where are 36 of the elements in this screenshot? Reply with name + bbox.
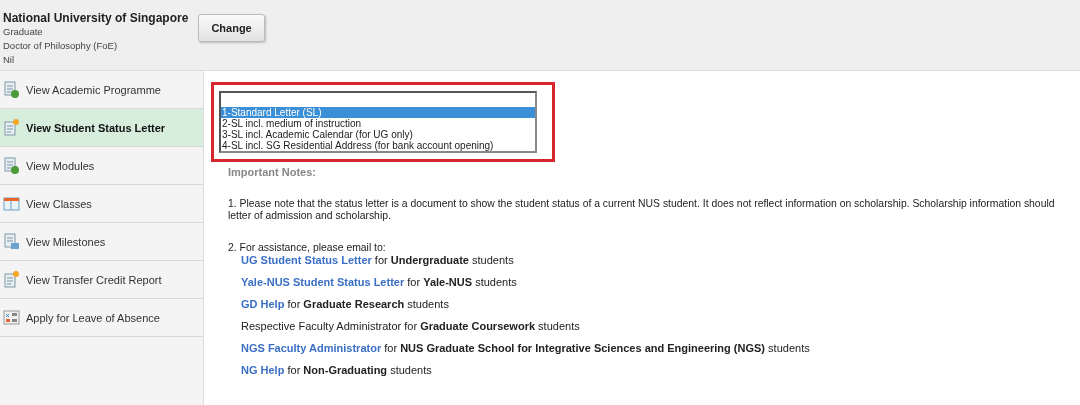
email-link[interactable]: UG Student Status Letter [241, 254, 372, 266]
institution-name: National University of Singapore [3, 11, 189, 25]
list-option[interactable]: 3-SL incl. Academic Calendar (for UG only) [221, 129, 535, 140]
document-icon [3, 119, 20, 136]
plan-label: Nil [3, 53, 16, 67]
contact-line: Respective Faculty Administrator for Graduate Coursework students [241, 320, 581, 332]
document-icon [3, 157, 20, 174]
grid-icon [3, 309, 20, 326]
sidebar-item[interactable]: View Classes [0, 185, 203, 223]
contact-line: NG Help for Non-Graduating students [241, 364, 433, 376]
sidebar-item[interactable]: View Student Status Letter [0, 109, 203, 147]
list-option[interactable]: 2-SL incl. medium of instruction [221, 118, 535, 129]
notes-heading: Important Notes: [228, 166, 317, 178]
contact-line: UG Student Status Letter for Undergraduate students [241, 254, 515, 266]
career-label: Graduate [3, 25, 44, 39]
document-icon [3, 271, 20, 288]
letter-type-list[interactable]: 1-Standard Letter (SL) 2-SL incl. medium of instruction 3-SL incl. Academic Calendar (for UG only) 4-SL incl. SG Residential Address (for bank account opening) [219, 91, 537, 153]
document-icon [3, 233, 20, 250]
sidebar-item[interactable]: View Modules [0, 147, 203, 185]
programme-label: Doctor of Philosophy (FoE) [3, 39, 119, 53]
sidebar-item[interactable]: Apply for Leave of Absence [0, 299, 203, 337]
sidebar-item[interactable]: View Transfer Credit Report [0, 261, 203, 299]
contact-line: NGS Faculty Administrator for NUS Graduate School for Integrative Sciences and Engineering (NGS) students [241, 342, 811, 354]
email-link[interactable]: GD Help [241, 298, 285, 310]
sidebar-item[interactable]: View Milestones [0, 223, 203, 261]
calendar-icon [3, 195, 20, 212]
change-button[interactable]: Change [198, 14, 265, 42]
email-link[interactable]: NGS Faculty Administrator [241, 342, 382, 354]
list-option[interactable]: 4-SL incl. SG Residential Address (for bank account opening) [221, 140, 535, 151]
note-paragraph: 1. Please note that the status letter is a document to show the student status of a current NUS student. It does not reflect information on scholarship. Scholarship information should letter of admission and scholarship. [228, 198, 1056, 222]
contact-line: GD Help for Graduate Research students [241, 298, 450, 310]
contact-line: Yale-NUS Student Status Letter for Yale-NUS students [241, 276, 518, 288]
document-icon [3, 81, 20, 98]
note-paragraph: 2. For assistance, please email to: [228, 242, 387, 254]
email-link[interactable]: NG Help [241, 364, 285, 376]
email-link[interactable]: Yale-NUS Student Status Letter [241, 276, 405, 288]
